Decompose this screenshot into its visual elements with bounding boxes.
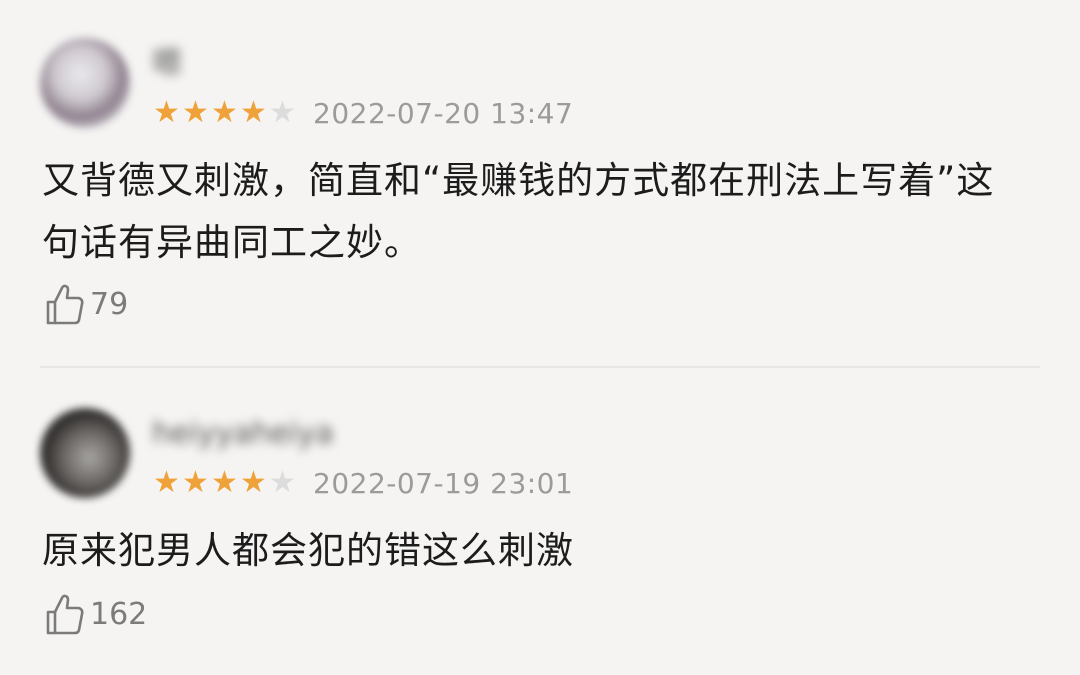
avatar[interactable] xyxy=(40,38,130,128)
star-icon: ★ xyxy=(269,95,296,130)
like-button[interactable]: 79 xyxy=(44,282,128,326)
star-icon: ★ xyxy=(182,465,209,500)
star-icon: ★ xyxy=(211,95,238,130)
star-icon: ★ xyxy=(269,465,296,500)
review-content: 原来犯男人都会犯的错这么刺激 xyxy=(42,529,574,572)
thumbs-up-icon xyxy=(46,284,84,325)
star-rating: ★ ★ ★ ★ ★ xyxy=(152,468,297,498)
review-date: 2022-07-20 13:47 xyxy=(313,96,574,130)
star-icon: ★ xyxy=(240,465,267,500)
review-date: 2022-07-19 23:01 xyxy=(313,466,574,500)
star-icon: ★ xyxy=(211,465,238,500)
star-icon: ★ xyxy=(240,95,267,130)
review-meta: ★ ★ ★ ★ ★ 2022-07-20 13:47 xyxy=(152,96,573,130)
like-button[interactable]: 162 xyxy=(44,592,147,636)
like-count: 162 xyxy=(90,596,148,632)
username[interactable]: heiyyaheiya xyxy=(152,414,334,454)
avatar[interactable] xyxy=(40,408,130,498)
review-content: 又背德又刺激，简直和“最赚钱的方式都在刑法上写着”这句话有异曲同工之妙。 xyxy=(42,159,995,264)
review-meta: ★ ★ ★ ★ ★ 2022-07-19 23:01 xyxy=(152,466,573,500)
divider xyxy=(40,366,1040,368)
star-rating: ★ ★ ★ ★ ★ xyxy=(152,98,297,128)
thumbs-up-icon xyxy=(46,594,84,635)
username[interactable]: 嗯 xyxy=(152,44,182,84)
star-icon: ★ xyxy=(153,465,180,500)
star-icon: ★ xyxy=(153,95,180,130)
star-icon: ★ xyxy=(182,95,209,130)
like-count: 79 xyxy=(90,286,129,322)
